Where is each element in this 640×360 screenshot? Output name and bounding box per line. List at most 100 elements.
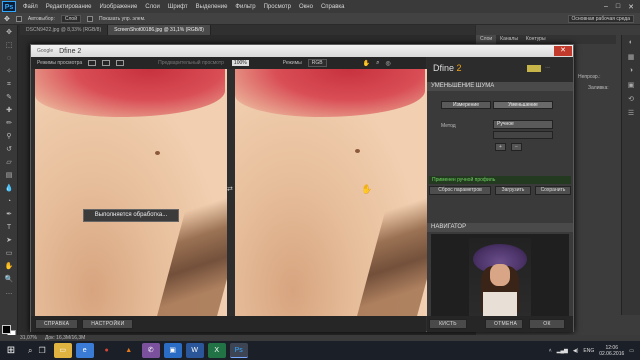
tab-layers[interactable]: Слои [476, 35, 497, 44]
type-tool-icon[interactable]: T [3, 222, 15, 233]
healing-brush-icon[interactable]: ✚ [3, 105, 15, 116]
hair-strands [356, 179, 427, 316]
tab-reduce[interactable]: Уменьшение [493, 101, 553, 109]
maximize-icon[interactable]: □ [616, 3, 620, 11]
eraser-tool-icon[interactable]: ▱ [3, 157, 15, 168]
brush-button[interactable]: КИСТЬ [429, 319, 467, 329]
foreground-color-swatch[interactable] [2, 325, 11, 334]
dialog-bottom-bar: СПРАВКА НАСТРОЙКИ [31, 316, 426, 332]
color-panel-icon[interactable]: ◐ [625, 39, 637, 49]
ok-button[interactable]: ОК [529, 319, 565, 329]
noise-reduction-header[interactable]: УМЕНЬШЕНИЕ ШУМА [427, 82, 573, 91]
path-select-icon[interactable]: ➤ [3, 235, 15, 246]
viber-icon[interactable]: ✆ [141, 343, 160, 358]
close-icon[interactable]: ✕ [628, 3, 634, 11]
volume-icon[interactable]: ◀) [573, 348, 579, 354]
load-button[interactable]: Загрузить [495, 186, 531, 195]
photoshop-taskbar-icon[interactable]: Ps [229, 343, 248, 358]
zoom-tool-icon[interactable]: 🔍 [3, 274, 15, 285]
network-icon[interactable]: ▂▄▆ [557, 348, 568, 354]
auto-select-checkbox[interactable] [15, 15, 22, 22]
lasso-tool-icon[interactable]: ◌ [3, 53, 15, 64]
menu-filter[interactable]: Фильтр [231, 4, 259, 10]
magic-wand-icon[interactable]: ✧ [3, 66, 15, 77]
menu-type[interactable]: Шрифт [164, 4, 192, 10]
method-dropdown[interactable]: Ручное [493, 120, 553, 129]
remove-point-icon[interactable]: − [511, 143, 522, 151]
show-controls-checkbox[interactable] [87, 15, 94, 22]
zoom-tool-icon[interactable]: ⌕ [376, 60, 379, 67]
menu-select[interactable]: Выделение [192, 4, 232, 10]
menu-image[interactable]: Изображение [95, 4, 141, 10]
dodge-tool-icon[interactable]: ◔ [3, 196, 15, 207]
edge-icon[interactable]: e [75, 343, 94, 358]
doc-tab-dscn[interactable]: DSCN9422.jpg @ 8,33% (RGB/8) [20, 25, 109, 35]
tab-paths[interactable]: Контуры [522, 35, 550, 44]
tray-arrow-icon[interactable]: ˄ [549, 348, 552, 354]
menu-window[interactable]: Окно [295, 4, 317, 10]
pen-tool-icon[interactable]: ✒ [3, 209, 15, 220]
move-tool-icon[interactable]: ✥ [3, 27, 15, 38]
navigator-header[interactable]: НАВИГАТОР [427, 223, 573, 232]
language-indicator[interactable]: ENG [583, 348, 594, 354]
eyedropper-icon[interactable]: ✎ [3, 92, 15, 103]
control-point-icon[interactable]: ◎ [385, 60, 390, 67]
preview-before[interactable]: Выполняется обработка... [35, 69, 227, 316]
reset-parameters-button[interactable]: Сброс параметров [429, 186, 491, 195]
blur-tool-icon[interactable]: 💧 [3, 183, 15, 194]
navigator-panel[interactable] [431, 234, 569, 316]
history-brush-icon[interactable]: ↺ [3, 144, 15, 155]
start-button[interactable]: ⊞ [0, 341, 22, 360]
vlc-icon[interactable]: ▲ [120, 343, 138, 358]
crop-tool-icon[interactable]: ⌗ [3, 79, 15, 90]
hand-tool-icon[interactable]: ✋ [3, 261, 15, 272]
split-handle-icon[interactable]: ⇄ [227, 185, 235, 195]
side-by-side-icon[interactable] [116, 60, 125, 66]
save-button[interactable]: Сохранить [535, 186, 571, 195]
stamp-tool-icon[interactable]: ⚲ [3, 131, 15, 142]
doc-tab-screenshot[interactable]: ScreenShot00186.jpg @ 31,1% (RGB/8) [108, 25, 211, 35]
history-panel-icon[interactable]: ⟲ [625, 95, 637, 105]
properties-panel-icon[interactable]: ☰ [625, 109, 637, 119]
navigator-thumbnail[interactable] [469, 238, 531, 316]
notifications-icon[interactable]: ▭ [629, 348, 634, 354]
minimize-icon[interactable]: – [604, 3, 608, 11]
move-tool-icon[interactable]: ✥ [4, 15, 10, 23]
task-view-icon[interactable]: ❐ [38, 346, 45, 355]
chrome-icon[interactable]: ● [98, 343, 116, 358]
dialog-close-button[interactable]: ✕ [554, 46, 572, 56]
workspace-dropdown[interactable]: Основная рабочая среда [567, 14, 634, 23]
menu-view[interactable]: Просмотр [260, 4, 295, 10]
adjustments-panel-icon[interactable]: ◑ [625, 67, 637, 77]
file-explorer-icon[interactable]: ▭ [53, 343, 72, 358]
gradient-tool-icon[interactable]: ▤ [3, 170, 15, 181]
marquee-tool-icon[interactable]: ⬚ [3, 40, 15, 51]
menu-file[interactable]: Файл [19, 4, 42, 10]
more-tools-icon[interactable]: … [3, 287, 15, 298]
tab-channels[interactable]: Каналы [496, 35, 522, 44]
menu-help[interactable]: Справка [317, 4, 349, 10]
swatches-panel-icon[interactable]: ▦ [625, 53, 637, 63]
word-icon[interactable]: W [185, 343, 204, 358]
zoom-value[interactable]: 100% [231, 60, 249, 66]
styles-panel-icon[interactable]: ▣ [625, 81, 637, 91]
shape-tool-icon[interactable]: ▭ [3, 248, 15, 259]
brush-tool-icon[interactable]: ✏ [3, 118, 15, 129]
menu-layers[interactable]: Слои [141, 4, 164, 10]
search-icon[interactable]: ⌕ [28, 346, 32, 356]
help-button[interactable]: СПРАВКА [35, 319, 79, 329]
settings-button[interactable]: НАСТРОЙКИ [82, 319, 134, 329]
cancel-button[interactable]: ОТМЕНА [485, 319, 523, 329]
menu-edit[interactable]: Редактирование [42, 4, 96, 10]
single-view-icon[interactable] [88, 60, 97, 66]
tab-measure[interactable]: Измерение [441, 101, 491, 109]
color-mode-dropdown[interactable]: RGB [307, 59, 327, 67]
auto-select-dropdown[interactable]: Слой [60, 14, 82, 23]
split-view-icon[interactable] [102, 60, 111, 66]
clock[interactable]: 12:06 02.06.2016 [599, 345, 624, 357]
store-icon[interactable]: ▣ [163, 343, 182, 358]
preview-after[interactable] [235, 69, 427, 316]
add-point-icon[interactable]: + [495, 143, 506, 151]
excel-icon[interactable]: X [207, 343, 226, 358]
hand-tool-icon[interactable]: ✋ [363, 60, 370, 67]
